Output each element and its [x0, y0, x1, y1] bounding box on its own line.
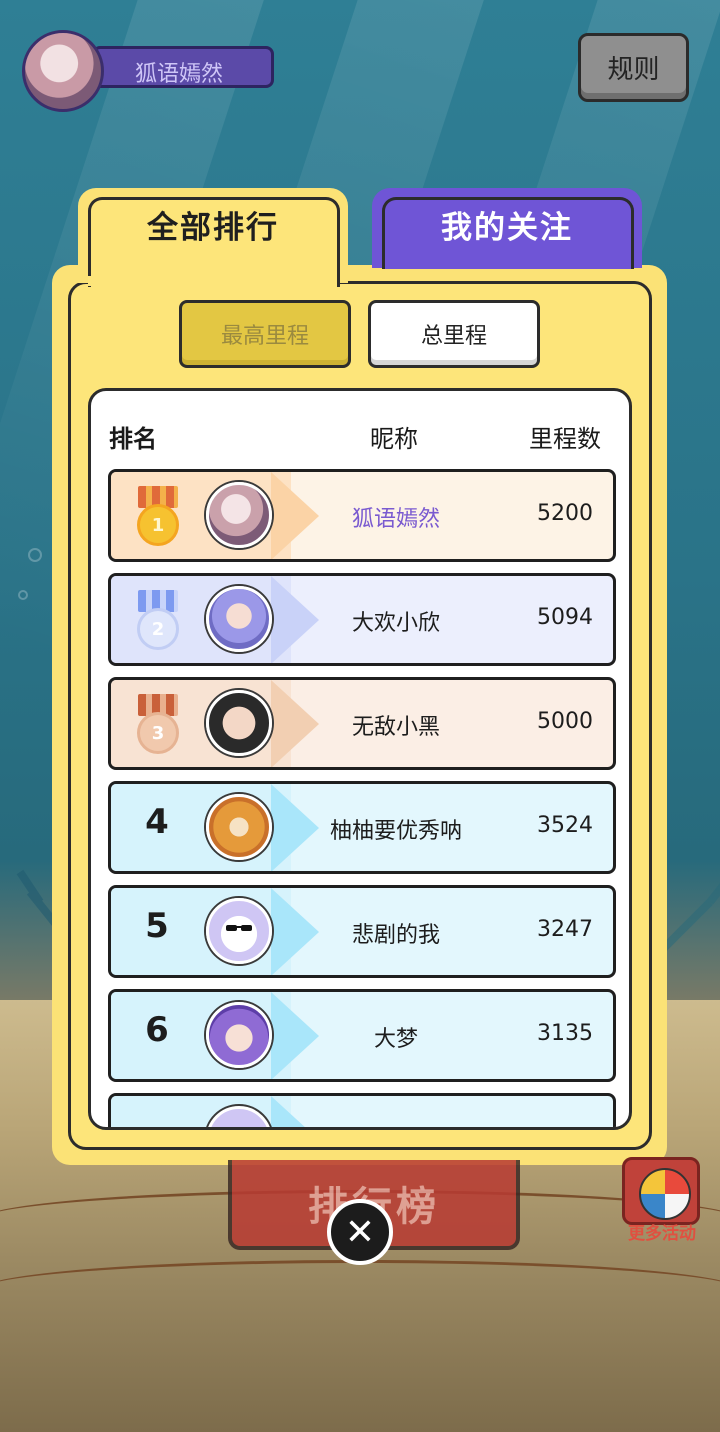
- avatar[interactable]: [206, 690, 272, 756]
- avatar[interactable]: [22, 30, 104, 112]
- player-name: 大梦: [373, 1027, 418, 1052]
- rank-number: 4: [145, 802, 169, 842]
- rules-button[interactable]: 规则: [578, 33, 689, 102]
- more-activities-label: 更多活动: [628, 1224, 696, 1244]
- rank-number: 6: [145, 1010, 169, 1050]
- player-score: 3247: [537, 917, 593, 942]
- close-button[interactable]: ✕: [327, 1199, 393, 1265]
- more-activities-button[interactable]: 更多活动: [620, 1157, 702, 1244]
- player-name: 柚柚要优秀呐: [329, 819, 462, 844]
- table-row[interactable]: 6 大梦 3135: [108, 989, 616, 1082]
- player-score: 5094: [537, 605, 593, 630]
- player-score: 5200: [537, 501, 593, 526]
- beach-ball-icon: [622, 1157, 700, 1225]
- close-icon: ✕: [344, 1211, 376, 1253]
- current-user-chip[interactable]: 狐语嫣然: [22, 30, 274, 112]
- avatar[interactable]: [206, 1002, 272, 1068]
- avatar[interactable]: [206, 586, 272, 652]
- segment-max-distance[interactable]: 最高里程: [179, 300, 351, 368]
- sunglasses-ghost-icon: [226, 925, 252, 931]
- player-name: 狐语嫣然: [351, 507, 440, 532]
- column-header-nickname: 昵称: [370, 425, 418, 453]
- silver-medal-icon: 2: [135, 590, 181, 652]
- column-header-distance: 里程数: [529, 425, 601, 453]
- user-name-pill: 狐语嫣然: [92, 46, 274, 88]
- tab-label: 全部排行: [147, 210, 279, 246]
- ranking-list[interactable]: 排名 昵称 里程数 1 狐语嫣然 5200 2 大欢小欣 5094 3 无敌小黑…: [88, 388, 632, 1130]
- rank-number: 5: [145, 906, 169, 946]
- bronze-medal-icon: 3: [135, 694, 181, 756]
- segment-total-distance[interactable]: 总里程: [368, 300, 540, 368]
- table-row[interactable]: 2 大欢小欣 5094: [108, 573, 616, 666]
- table-row[interactable]: [108, 1093, 616, 1127]
- table-row[interactable]: 5 悲剧的我 3247: [108, 885, 616, 978]
- avatar[interactable]: [206, 794, 272, 860]
- player-score: 3524: [537, 813, 593, 838]
- user-name: 狐语嫣然: [135, 62, 224, 87]
- gold-medal-icon: 1: [135, 486, 181, 548]
- table-row[interactable]: 3 无敌小黑 5000: [108, 677, 616, 770]
- player-name: 大欢小欣: [351, 611, 440, 636]
- avatar[interactable]: [206, 898, 272, 964]
- player-name: 无敌小黑: [351, 715, 440, 740]
- player-score: 3135: [537, 1021, 593, 1046]
- tab-all-ranking[interactable]: 全部排行: [78, 188, 348, 287]
- tab-my-follows[interactable]: 我的关注: [372, 188, 642, 269]
- table-row[interactable]: 1 狐语嫣然 5200: [108, 469, 616, 562]
- tab-label: 我的关注: [441, 210, 573, 246]
- column-header-rank: 排名: [109, 425, 157, 453]
- player-score: 5000: [537, 709, 593, 734]
- avatar[interactable]: [206, 482, 272, 548]
- table-row[interactable]: 4 柚柚要优秀呐 3524: [108, 781, 616, 874]
- player-name: 悲剧的我: [351, 923, 440, 948]
